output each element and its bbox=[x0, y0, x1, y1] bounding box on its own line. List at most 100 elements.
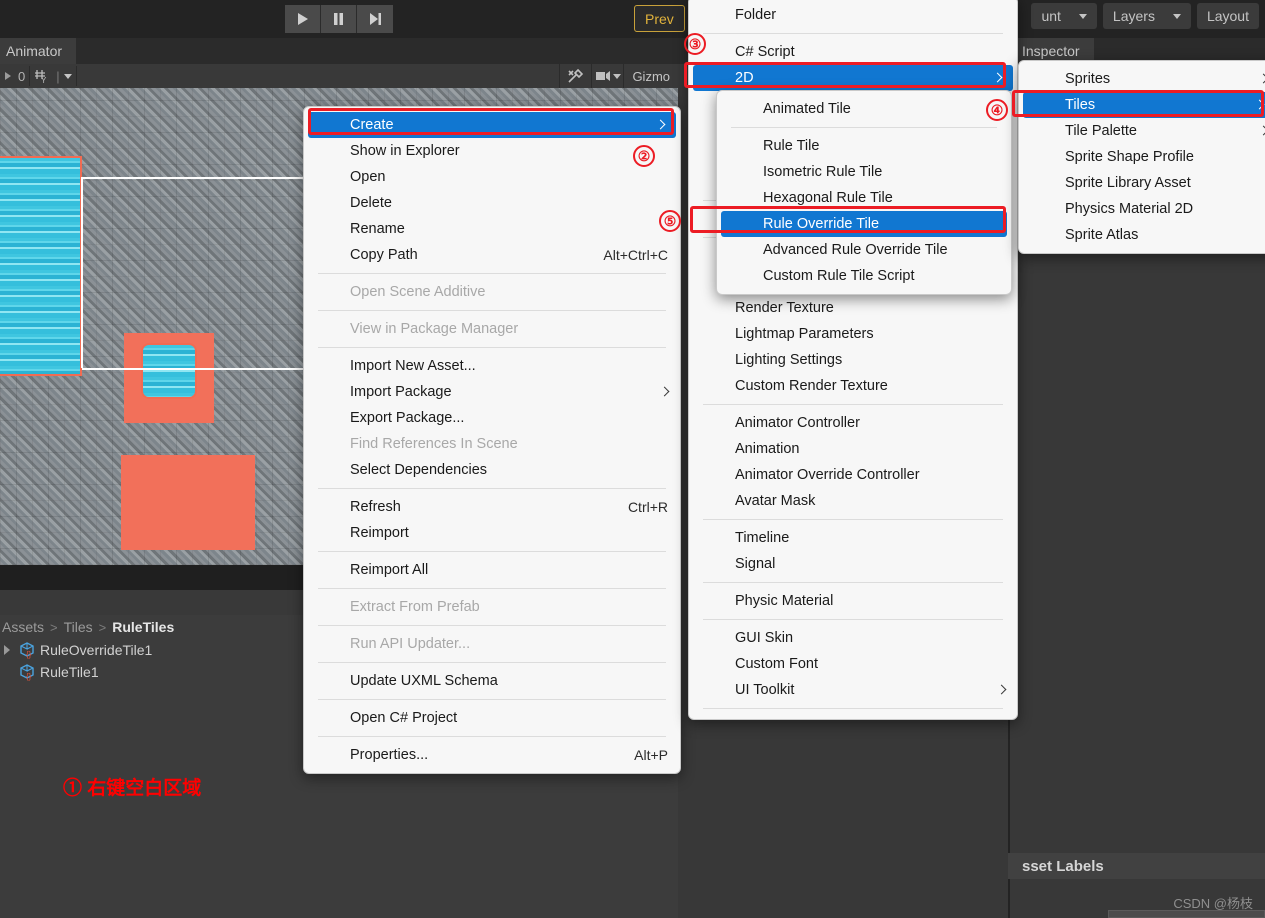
tiles-item-tile-palette[interactable]: Tile Palette bbox=[1019, 118, 1265, 144]
tab-animator[interactable]: Animator bbox=[0, 38, 77, 64]
menu-item-label: Render Texture bbox=[735, 300, 834, 316]
menu-item-label: Export Package... bbox=[350, 410, 465, 426]
2d-submenu[interactable]: Animated Tile Rule Tile Isometric Rule Til… bbox=[716, 90, 1012, 295]
menu-item-label: Avatar Mask bbox=[735, 493, 816, 509]
twod-item-isometric-rule-tile[interactable]: Isometric Rule Tile bbox=[717, 159, 1011, 185]
create-item-lighting-settings[interactable]: Lighting Settings bbox=[689, 347, 1017, 373]
annotation-step-1: ① 右键空白区域 bbox=[63, 778, 202, 799]
svg-text:{}: {} bbox=[26, 650, 32, 659]
menu-item-import-package[interactable]: Import Package bbox=[304, 379, 680, 405]
tiles-submenu[interactable]: Sprites Tiles Tile Palette Sprite Shape Pro… bbox=[1018, 60, 1265, 254]
chevron-right-icon bbox=[1259, 75, 1265, 83]
menu-item-label: Physic Material bbox=[735, 593, 834, 609]
create-item-avatar-mask[interactable]: Avatar Mask bbox=[689, 488, 1017, 514]
menu-item-export-package[interactable]: Export Package... bbox=[304, 405, 680, 431]
tiles-item-sprite-atlas[interactable]: Sprite Atlas bbox=[1019, 222, 1265, 248]
account-button[interactable]: unt bbox=[1031, 3, 1097, 29]
tiles-item-tiles[interactable]: Tiles bbox=[1023, 92, 1265, 118]
tools-button[interactable] bbox=[559, 64, 591, 88]
menu-item-import-new-asset[interactable]: Import New Asset... bbox=[304, 353, 680, 379]
layers-label: Layers bbox=[1112, 8, 1155, 24]
asset-labels-header[interactable]: sset Labels bbox=[1008, 853, 1265, 879]
create-item-c-script[interactable]: C# Script bbox=[689, 39, 1017, 65]
create-item-animator-override-controller[interactable]: Animator Override Controller bbox=[689, 462, 1017, 488]
water-tile-region-large bbox=[0, 156, 82, 376]
create-item-ui-toolkit[interactable]: UI Toolkit bbox=[689, 677, 1017, 703]
collapse-arrow-icon bbox=[5, 72, 11, 80]
menu-separator bbox=[731, 127, 997, 128]
menu-item-open-c-project[interactable]: Open C# Project bbox=[304, 705, 680, 731]
gizmos-button[interactable]: Gizmo bbox=[623, 64, 678, 88]
menu-item-label: Lightmap Parameters bbox=[735, 326, 874, 342]
create-item-animator-controller[interactable]: Animator Controller bbox=[689, 410, 1017, 436]
menu-item-label: Reimport bbox=[350, 525, 409, 541]
create-item-lightmap-parameters[interactable]: Lightmap Parameters bbox=[689, 321, 1017, 347]
create-item-2d[interactable]: 2D bbox=[693, 65, 1013, 91]
menu-item-select-dependencies[interactable]: Select Dependencies bbox=[304, 457, 680, 483]
zoom-level[interactable]: 0 bbox=[0, 66, 31, 86]
tiles-item-sprites[interactable]: Sprites bbox=[1019, 66, 1265, 92]
twod-item-advanced-rule-override-tile[interactable]: Advanced Rule Override Tile bbox=[717, 237, 1011, 263]
project-context-menu[interactable]: Create Show in Explorer Open Delete Rename Co… bbox=[303, 106, 681, 774]
grid-snap-button[interactable]: Y | bbox=[30, 66, 77, 86]
menu-item-update-uxml-schema[interactable]: Update UXML Schema bbox=[304, 668, 680, 694]
breadcrumb-ruletiles[interactable]: RuleTiles bbox=[112, 619, 174, 635]
create-item-gui-skin[interactable]: GUI Skin bbox=[689, 625, 1017, 651]
menu-item-label: Update UXML Schema bbox=[350, 673, 498, 689]
create-item-custom-render-texture[interactable]: Custom Render Texture bbox=[689, 373, 1017, 399]
create-item-physic-material[interactable]: Physic Material bbox=[689, 588, 1017, 614]
twod-item-animated-tile[interactable]: Animated Tile bbox=[717, 96, 1011, 122]
create-item-animation[interactable]: Animation bbox=[689, 436, 1017, 462]
create-item-render-texture[interactable]: Render Texture bbox=[689, 295, 1017, 321]
pause-button[interactable] bbox=[321, 5, 357, 33]
menu-item-label: Lighting Settings bbox=[735, 352, 843, 368]
menu-item-refresh[interactable]: Refresh Ctrl+R bbox=[304, 494, 680, 520]
create-item-signal[interactable]: Signal bbox=[689, 551, 1017, 577]
menu-item-delete[interactable]: Delete bbox=[304, 190, 680, 216]
menu-item-copy-path[interactable]: Copy Path Alt+Ctrl+C bbox=[304, 242, 680, 268]
menu-item-rename[interactable]: Rename bbox=[304, 216, 680, 242]
breadcrumb-assets[interactable]: Assets bbox=[2, 619, 44, 635]
zoom-level-value: 0 bbox=[18, 68, 26, 84]
layers-button[interactable]: Layers bbox=[1102, 3, 1191, 29]
menu-item-show-in-explorer[interactable]: Show in Explorer bbox=[304, 138, 680, 164]
create-item-timeline[interactable]: Timeline bbox=[689, 525, 1017, 551]
create-item-custom-font[interactable]: Custom Font bbox=[689, 651, 1017, 677]
menu-item-label: Delete bbox=[350, 195, 392, 211]
menu-item-reimport[interactable]: Reimport bbox=[304, 520, 680, 546]
wrench-icon bbox=[568, 68, 584, 83]
menu-item-properties[interactable]: Properties... Alt+P bbox=[304, 742, 680, 768]
step-button[interactable] bbox=[357, 5, 393, 33]
menu-item-create[interactable]: Create bbox=[308, 112, 676, 138]
play-button[interactable] bbox=[285, 5, 321, 33]
tiles-item-sprite-library-asset[interactable]: Sprite Library Asset bbox=[1019, 170, 1265, 196]
menu-item-label: Open Scene Additive bbox=[350, 284, 486, 300]
menu-item-open-scene-additive: Open Scene Additive bbox=[304, 279, 680, 305]
menu-item-label: View in Package Manager bbox=[350, 321, 519, 337]
menu-item-reimport-all[interactable]: Reimport All bbox=[304, 557, 680, 583]
playback-controls bbox=[285, 5, 393, 33]
layout-button[interactable]: Layout bbox=[1196, 3, 1259, 29]
tiles-item-physics-material-2d[interactable]: Physics Material 2D bbox=[1019, 196, 1265, 222]
twod-item-rule-override-tile[interactable]: Rule Override Tile bbox=[721, 211, 1007, 237]
menu-item-open[interactable]: Open bbox=[304, 164, 680, 190]
list-item-label: RuleOverrideTile1 bbox=[40, 642, 153, 658]
tiles-item-sprite-shape-profile[interactable]: Sprite Shape Profile bbox=[1019, 144, 1265, 170]
menu-item-label: Select Dependencies bbox=[350, 462, 488, 478]
breadcrumb-tiles[interactable]: Tiles bbox=[64, 619, 93, 635]
camera-button[interactable] bbox=[591, 64, 623, 88]
preview-button[interactable]: Prev bbox=[634, 5, 685, 32]
menu-item-extract-from-prefab: Extract From Prefab bbox=[304, 594, 680, 620]
create-item-folder[interactable]: Folder bbox=[689, 2, 1017, 28]
breadcrumb-separator: > bbox=[98, 619, 107, 635]
twod-item-custom-rule-tile-script[interactable]: Custom Rule Tile Script bbox=[717, 263, 1011, 289]
menu-item-label: GUI Skin bbox=[735, 630, 794, 646]
menu-separator bbox=[318, 347, 666, 348]
menu-item-label: 2D bbox=[735, 70, 754, 86]
account-label: unt bbox=[1041, 8, 1061, 24]
twod-item-hexagonal-rule-tile[interactable]: Hexagonal Rule Tile bbox=[717, 185, 1011, 211]
menu-separator bbox=[318, 699, 666, 700]
twod-item-rule-tile[interactable]: Rule Tile bbox=[717, 133, 1011, 159]
asset-labels-label: sset Labels bbox=[1022, 857, 1104, 875]
disclosure-triangle-icon[interactable] bbox=[2, 644, 14, 656]
